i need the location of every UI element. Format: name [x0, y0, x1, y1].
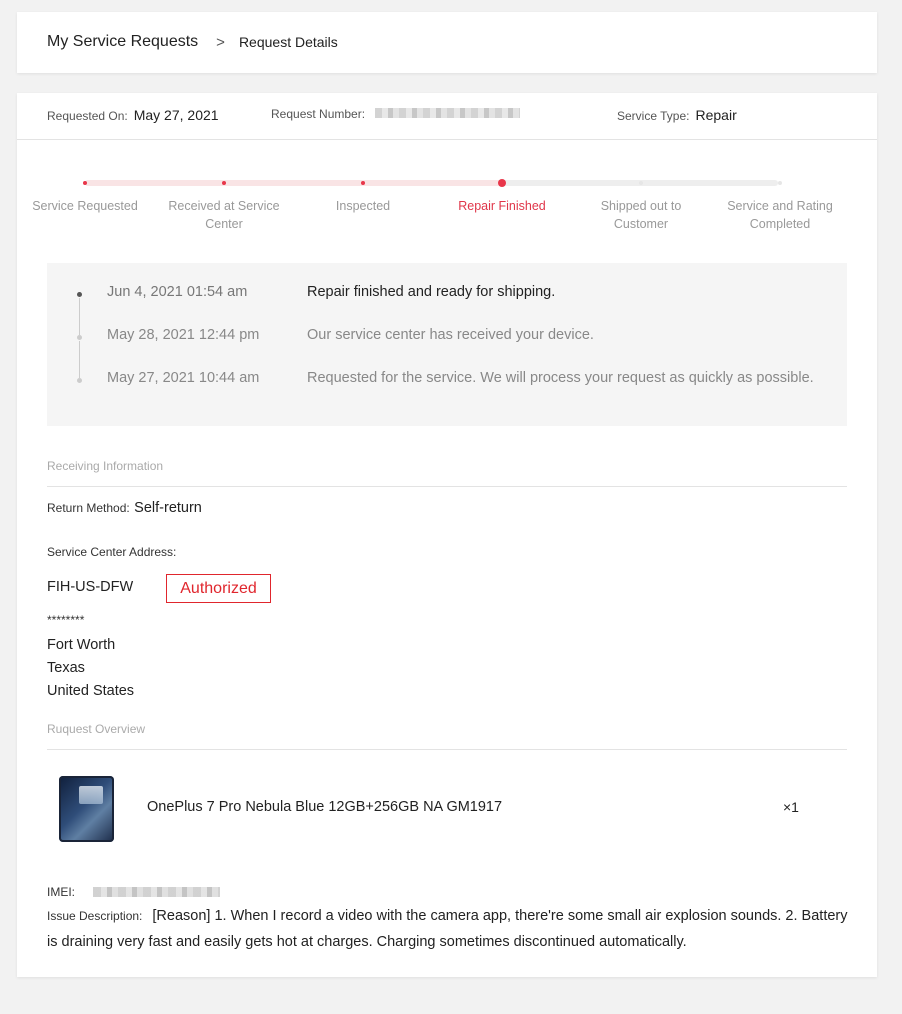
- service-center-name: FIH-US-DFW: [47, 579, 134, 595]
- status-timeline: Jun 4, 2021 01:54 am Repair finished and …: [47, 263, 847, 426]
- breadcrumb: My Service Requests > Request Details: [47, 33, 338, 51]
- timeline-message: Requested for the service. We will proce…: [307, 370, 814, 386]
- progress-step-label: Inspected: [335, 199, 391, 213]
- service-center-address-label: Service Center Address:: [47, 545, 177, 559]
- requested-on-value: May 27, 2021: [133, 107, 219, 123]
- request-meta-bar: Requested On: May 27, 2021 Request Numbe…: [17, 93, 877, 140]
- receiving-info-title: Receiving Information: [47, 459, 847, 487]
- issue-description-label: Issue Description:: [47, 909, 143, 923]
- request-number-label: Request Number:: [271, 107, 366, 121]
- progress-step-dot: [222, 181, 226, 185]
- return-method: Return Method: Self-return: [47, 499, 202, 517]
- progress-step-label: Shipped out to Customer: [600, 199, 682, 231]
- progress-step-dot: [778, 181, 782, 185]
- address-country: United States: [47, 683, 135, 699]
- product-quantity: ×1: [783, 799, 799, 815]
- timeline-connector: [79, 341, 80, 378]
- breadcrumb-card: My Service Requests > Request Details: [17, 12, 877, 73]
- request-number: Request Number:: [271, 107, 521, 121]
- progress-step-label: Repair Finished: [458, 199, 546, 213]
- timeline-dot: [77, 292, 82, 297]
- product-name: OnePlus 7 Pro Nebula Blue 12GB+256GB NA …: [147, 799, 503, 815]
- progress-step-label: Received at Service Center: [168, 199, 280, 231]
- imei: IMEI:: [47, 883, 221, 901]
- requested-on-label: Requested On:: [47, 109, 128, 123]
- service-type: Service Type: Repair: [617, 107, 737, 123]
- breadcrumb-link-service-requests[interactable]: My Service Requests: [47, 33, 198, 51]
- service-type-value: Repair: [695, 107, 737, 123]
- address-state: Texas: [47, 660, 85, 676]
- progress-step-dot: [498, 179, 506, 187]
- progress-step-label: Service and Rating Completed: [727, 199, 833, 231]
- progress-step-dot: [639, 181, 643, 185]
- timeline-dot: [77, 378, 82, 383]
- service-type-label: Service Type:: [617, 109, 690, 123]
- timeline-connector: [79, 298, 80, 335]
- timeline-dot: [77, 335, 82, 340]
- issue-description-text: [Reason] 1. When I record a video with t…: [47, 908, 848, 950]
- request-details-card: Requested On: May 27, 2021 Request Numbe…: [17, 93, 877, 977]
- product-item: OnePlus 7 Pro Nebula Blue 12GB+256GB NA …: [47, 758, 847, 858]
- progress-track: [83, 179, 782, 187]
- timeline-time: Jun 4, 2021 01:54 am: [107, 284, 248, 300]
- progress-step-dot: [361, 181, 365, 185]
- address-city: Fort Worth: [47, 637, 116, 653]
- progress-fill: [85, 180, 506, 186]
- imei-label: IMEI:: [47, 885, 76, 899]
- imei-redacted: [93, 886, 221, 897]
- return-method-value: Self-return: [134, 500, 202, 516]
- progress-step-dot: [83, 181, 87, 185]
- chevron-right-icon: >: [216, 33, 225, 51]
- authorized-badge: Authorized: [166, 574, 271, 603]
- breadcrumb-current: Request Details: [238, 34, 338, 50]
- address-masked: ********: [47, 613, 85, 627]
- request-number-redacted: [375, 108, 521, 118]
- product-image: [59, 776, 114, 842]
- requested-on: Requested On: May 27, 2021: [47, 107, 219, 123]
- progress-step-label: Service Requested: [32, 199, 138, 213]
- timeline-message: Repair finished and ready for shipping.: [307, 284, 556, 300]
- issue-description: Issue Description: [Reason] 1. When I re…: [47, 903, 852, 955]
- request-overview-title: Ruquest Overview: [47, 722, 847, 750]
- timeline-time: May 28, 2021 12:44 pm: [107, 327, 260, 343]
- timeline-message: Our service center has received your dev…: [307, 327, 594, 343]
- timeline-time: May 27, 2021 10:44 am: [107, 370, 260, 386]
- return-method-label: Return Method:: [47, 501, 130, 515]
